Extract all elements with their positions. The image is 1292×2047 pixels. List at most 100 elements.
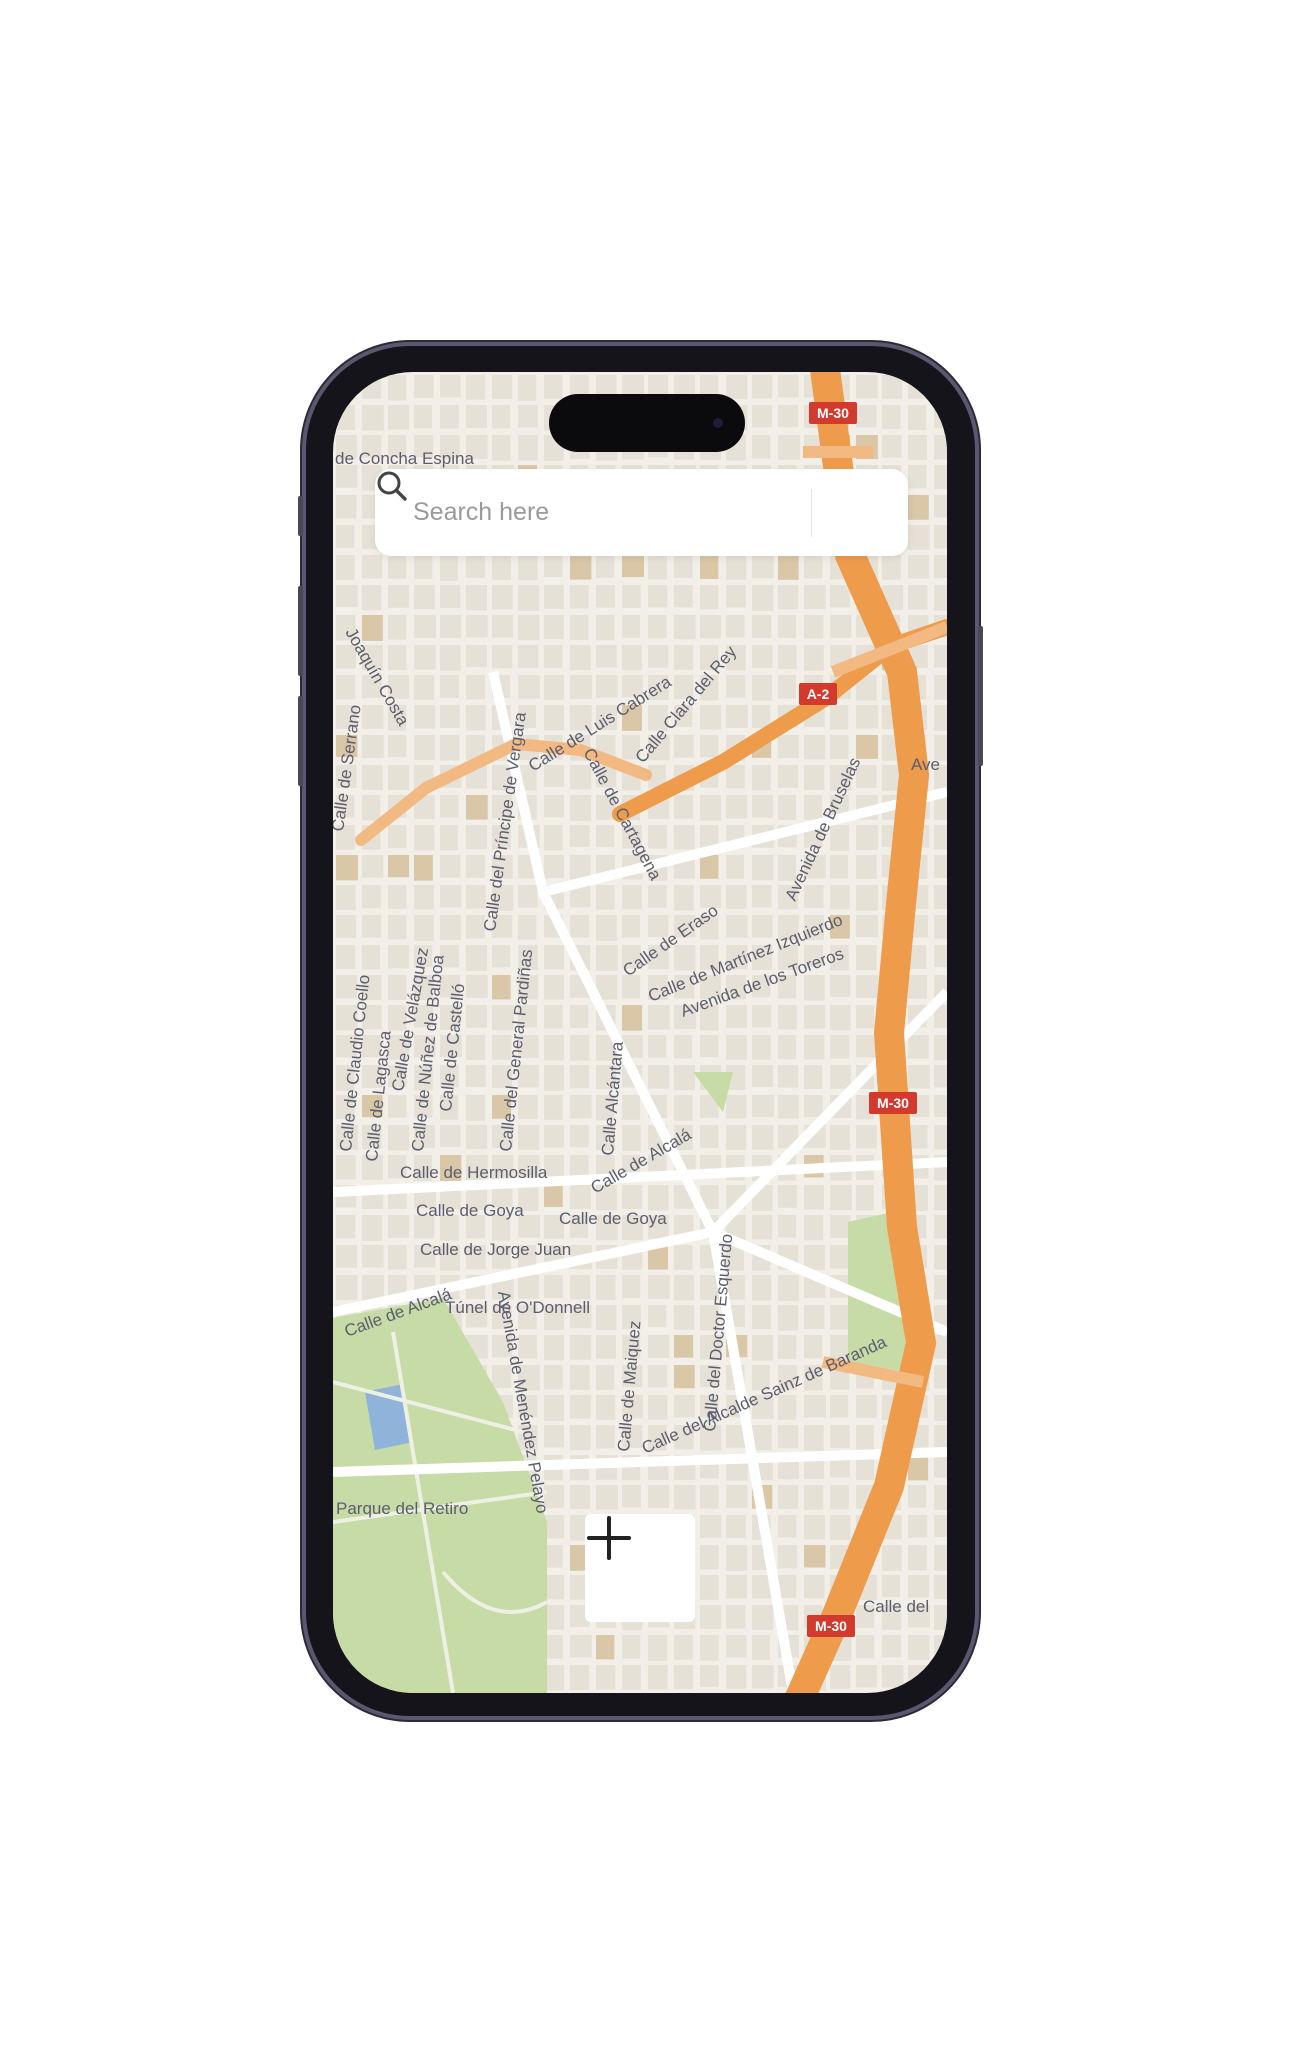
city-block	[752, 435, 771, 459]
city-block	[570, 1335, 592, 1360]
city-block	[596, 825, 615, 848]
city-block	[908, 585, 928, 610]
camera-icon	[713, 418, 723, 428]
city-block	[570, 825, 590, 848]
city-block	[674, 1665, 694, 1689]
city-block	[856, 1125, 877, 1149]
city-block	[570, 1005, 589, 1028]
city-block	[440, 585, 461, 609]
city-block	[336, 675, 356, 700]
city-block	[362, 1245, 384, 1268]
city-block	[804, 645, 824, 671]
city-block	[518, 1125, 540, 1150]
city-block	[908, 435, 927, 460]
zoom-in-button[interactable]	[585, 1514, 695, 1622]
city-block	[804, 1005, 826, 1029]
city-block	[752, 675, 773, 701]
city-block	[856, 1185, 875, 1211]
city-block	[414, 735, 436, 761]
city-block	[804, 885, 824, 909]
city-block	[544, 1335, 565, 1361]
city-block	[336, 375, 356, 400]
city-block	[544, 1665, 565, 1691]
city-block	[726, 795, 748, 819]
city-block	[362, 855, 384, 878]
city-block	[570, 1665, 589, 1691]
city-block	[648, 1485, 669, 1509]
city-block	[778, 1305, 799, 1331]
city-block	[752, 375, 773, 399]
city-block	[934, 1485, 947, 1510]
city-block	[674, 1395, 695, 1418]
city-block	[544, 585, 564, 609]
city-block	[934, 465, 947, 490]
city-block	[518, 585, 540, 611]
city-block	[804, 1335, 823, 1359]
city-block	[856, 855, 877, 880]
city-block	[336, 465, 358, 488]
city-block	[830, 1665, 851, 1689]
city-block	[544, 675, 564, 700]
city-block	[726, 1575, 747, 1599]
city-block	[362, 735, 384, 758]
city-block	[908, 465, 927, 489]
city-block	[544, 555, 563, 578]
city-block	[388, 1125, 410, 1151]
city-block	[830, 1185, 852, 1210]
search-input[interactable]	[375, 468, 811, 557]
city-block	[466, 705, 486, 731]
city-block	[726, 1635, 747, 1658]
city-block	[466, 1125, 488, 1150]
city-block	[778, 1485, 799, 1509]
city-block	[648, 885, 667, 908]
city-block	[804, 1215, 824, 1241]
city-block	[856, 1005, 875, 1029]
city-block	[648, 1005, 670, 1030]
city-block	[700, 855, 719, 879]
city-block	[544, 1395, 565, 1421]
city-block	[856, 975, 878, 998]
city-block	[648, 1635, 668, 1661]
city-block	[700, 1485, 719, 1509]
city-block	[388, 1215, 410, 1238]
city-block	[570, 675, 592, 699]
city-block	[830, 1125, 851, 1151]
city-block	[518, 375, 537, 401]
city-block	[570, 1365, 590, 1390]
city-block	[934, 885, 947, 910]
city-block	[414, 825, 435, 851]
city-block	[934, 645, 947, 668]
city-block	[726, 1545, 748, 1571]
city-block	[778, 735, 799, 759]
city-block	[544, 1065, 565, 1091]
city-block	[466, 405, 487, 429]
street-label: Calle del	[863, 1597, 929, 1616]
city-block	[622, 1665, 641, 1690]
city-block	[544, 765, 564, 788]
search-button[interactable]	[377, 469, 908, 556]
city-block	[726, 585, 747, 608]
city-block	[778, 1335, 797, 1360]
city-block	[752, 795, 773, 818]
city-block	[648, 1335, 670, 1359]
city-block	[726, 1665, 747, 1689]
road-shield-m30: M-30	[807, 1615, 855, 1637]
city-block	[544, 1425, 565, 1448]
city-block	[934, 1515, 947, 1538]
city-block	[778, 585, 799, 610]
city-block	[362, 765, 383, 790]
street-label: de Concha Espina	[335, 449, 474, 468]
city-block	[648, 1365, 668, 1388]
city-block	[934, 1275, 947, 1300]
city-block	[804, 1185, 825, 1210]
map-canvas[interactable]: M-30 A-2 M-30 M-30 de Concha Espina Call…	[333, 372, 947, 1693]
svg-text:A-2: A-2	[807, 686, 830, 702]
city-block	[700, 1035, 719, 1058]
city-block	[414, 405, 433, 429]
volume-up-button	[298, 586, 303, 676]
city-block	[934, 1245, 947, 1270]
city-block	[700, 1635, 719, 1661]
city-block	[934, 375, 947, 400]
city-block	[726, 375, 748, 399]
map-screen[interactable]: M-30 A-2 M-30 M-30 de Concha Espina Call…	[333, 372, 947, 1693]
